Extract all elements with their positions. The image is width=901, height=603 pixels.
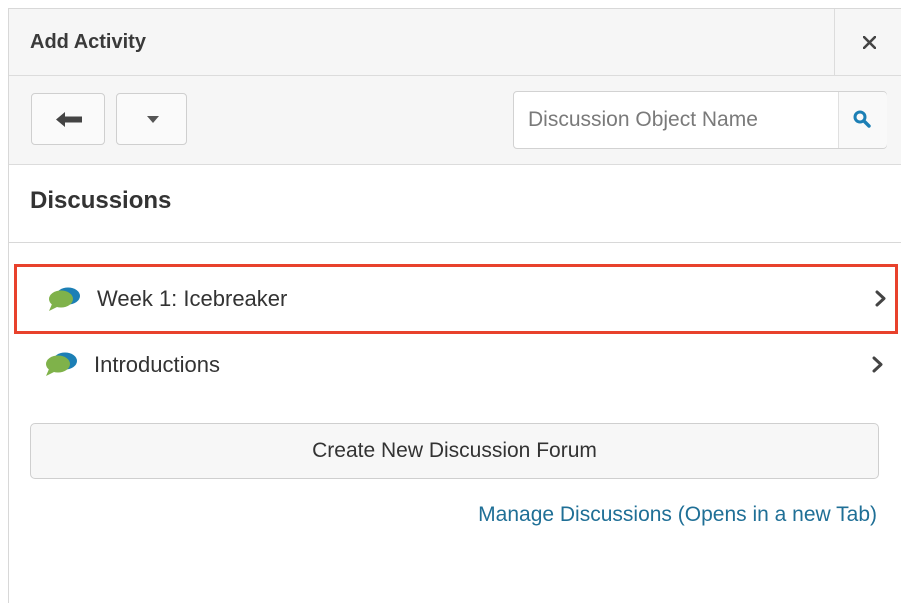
discussion-item-label: Introductions bbox=[94, 352, 220, 377]
discussion-item-label: Week 1: Icebreaker bbox=[97, 286, 288, 311]
manage-discussions-link[interactable]: Manage Discussions (Opens in a new Tab) bbox=[478, 503, 877, 527]
discussion-item-introductions[interactable]: Introductions bbox=[9, 337, 901, 399]
dropdown-button[interactable] bbox=[116, 93, 187, 145]
add-activity-dialog: Add Activity Discussion Object Name Disc… bbox=[8, 8, 901, 603]
chevron-right-icon bbox=[872, 356, 883, 373]
create-discussion-forum-button[interactable]: Create New Discussion Forum bbox=[30, 423, 879, 479]
dialog-title: Add Activity bbox=[30, 31, 146, 53]
toolbar bbox=[9, 76, 901, 165]
dialog-header: Add Activity bbox=[9, 9, 901, 76]
caret-down-icon bbox=[147, 116, 159, 123]
search-icon bbox=[853, 110, 871, 128]
speech-bubbles-icon bbox=[49, 287, 80, 311]
search-box bbox=[513, 91, 887, 149]
divider bbox=[9, 242, 901, 243]
close-button[interactable] bbox=[834, 9, 901, 75]
section-title: Discussions bbox=[30, 187, 172, 214]
close-icon bbox=[863, 36, 876, 49]
speech-bubbles-icon bbox=[46, 352, 77, 376]
discussion-item-week1-icebreaker[interactable]: Week 1: Icebreaker bbox=[14, 264, 898, 334]
search-button[interactable] bbox=[838, 92, 887, 148]
arrow-left-icon bbox=[56, 112, 82, 127]
chevron-right-icon bbox=[875, 290, 886, 307]
back-button[interactable] bbox=[31, 93, 105, 145]
search-input[interactable] bbox=[514, 92, 832, 148]
